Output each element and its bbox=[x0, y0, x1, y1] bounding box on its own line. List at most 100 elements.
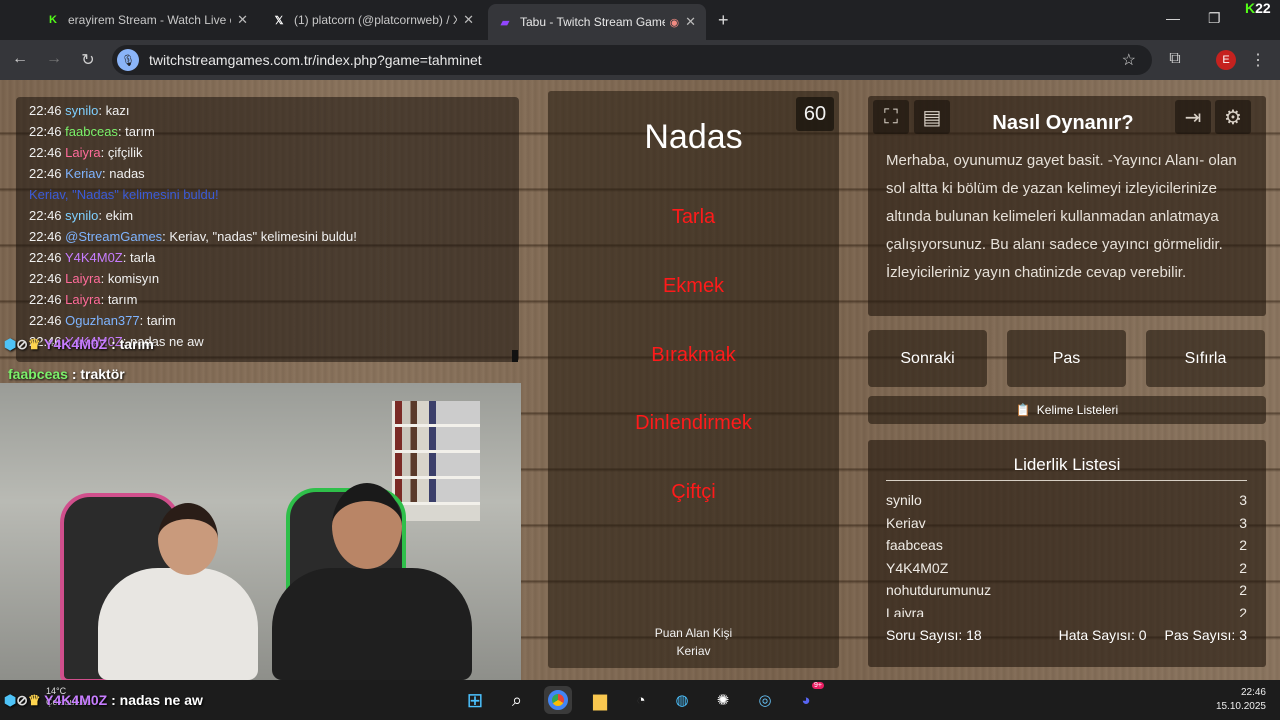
forbidden-word: Dinlendirmek bbox=[635, 412, 752, 434]
close-icon[interactable]: ✕ bbox=[685, 14, 696, 30]
badge-icon: ⬢ bbox=[4, 336, 17, 352]
chat-line: 22:46 Laiyra: komisyın bbox=[29, 271, 160, 286]
steam-icon[interactable]: ◎ bbox=[751, 686, 779, 714]
reset-button[interactable]: Sıfırla bbox=[1146, 330, 1265, 387]
vpn-icon[interactable]: ◍ bbox=[668, 686, 696, 714]
chat-line: 22:46 Laiyra: çifçilik bbox=[29, 145, 143, 160]
leaderboard-row: synilo 3 bbox=[886, 492, 1247, 508]
leaderboard-row: Keriav 3 bbox=[886, 514, 1247, 531]
x-icon: 𝕏 bbox=[274, 14, 284, 27]
game-stats: Soru Sayısı: 18 Hata Sayısı: 0 Pas Sayıs… bbox=[886, 627, 1247, 643]
windows-start-icon[interactable]: ⊞ bbox=[461, 686, 489, 714]
clock-date: 15.10.2025 bbox=[1215, 701, 1266, 712]
leaderboard-row: nohutdurumunuz 2 bbox=[886, 582, 1247, 598]
restore-icon[interactable]: ❐ bbox=[1208, 10, 1221, 27]
new-tab-button[interactable]: + bbox=[708, 6, 738, 34]
scorer-name: Keriav bbox=[676, 644, 711, 658]
discord-icon[interactable]: ◕ 9+ bbox=[792, 682, 824, 714]
close-icon[interactable]: ✕ bbox=[463, 12, 474, 28]
clipboard-icon: 📋 bbox=[1015, 403, 1031, 417]
leaderboard-panel: Liderlik Listesi synilo 3 Keriav 3 faabcea… bbox=[868, 440, 1266, 667]
stream-chat-panel: 22:46 synilo: kazı 22:46 faabceas: tarım… bbox=[16, 97, 519, 362]
kick-logo-icon: K bbox=[1245, 0, 1256, 16]
how-to-play-text: Merhaba, oyunumuz gayet basit. -Yayıncı … bbox=[886, 152, 1237, 281]
site-info-icon[interactable]: 🎙 bbox=[117, 49, 139, 71]
chrome-icon[interactable] bbox=[544, 686, 572, 714]
next-button[interactable]: Sonraki bbox=[868, 330, 987, 387]
bookshelf bbox=[392, 401, 480, 521]
kick-icon: K bbox=[49, 14, 57, 26]
error-count: Hata Sayısı: 0 bbox=[1058, 627, 1147, 643]
question-count: Soru Sayısı: 18 bbox=[886, 627, 982, 643]
chat-line: 22:46 synilo: ekim bbox=[29, 208, 134, 223]
chat-line: 22:46 synilo: kazı bbox=[29, 103, 130, 118]
tab-title: erayirem Stream - Watch Live o bbox=[68, 13, 232, 27]
chat-line: 22:46 Y4K4M0Z: tarla bbox=[29, 250, 156, 265]
file-explorer-icon[interactable]: ▆ bbox=[586, 686, 614, 714]
streamer-right bbox=[272, 568, 472, 680]
taskbar-clock[interactable]: 22:46 15.10.2025 bbox=[1216, 686, 1266, 714]
badge-icon: ⊘ bbox=[16, 692, 28, 708]
twitch-icon: ▰ bbox=[500, 16, 510, 29]
forward-icon[interactable]: → bbox=[44, 50, 64, 68]
tab-tabu[interactable]: ▰ Tabu - Twitch Stream Games ◉ ✕ bbox=[488, 4, 706, 40]
leaderboard-title: Liderlik Listesi bbox=[1013, 455, 1121, 474]
chat-system-line: Keriav, "Nadas" kelimesini buldu! bbox=[29, 187, 219, 202]
crown-icon: ♛ bbox=[27, 692, 41, 708]
crown-icon: ♛ bbox=[27, 336, 41, 352]
streamer-left-head bbox=[158, 503, 218, 575]
scorer-label: Puan Alan Kişi bbox=[654, 626, 733, 640]
extensions-icon[interactable]: ⧉ bbox=[1165, 50, 1185, 68]
target-word: Nadas bbox=[644, 118, 743, 156]
forbidden-word: Tarla bbox=[671, 206, 716, 228]
profile-avatar[interactable]: E bbox=[1216, 50, 1236, 70]
tab-x[interactable]: 𝕏 (1) platcorn (@platcornweb) / X ✕ bbox=[262, 6, 484, 34]
chatgpt-icon[interactable]: ✺ bbox=[709, 686, 737, 714]
windows-taskbar: 14°C Çok bulutlu ⬢⊘♛ Y4K4M0Z : nadas ne … bbox=[0, 680, 1280, 720]
tab-title: Tabu - Twitch Stream Games bbox=[520, 15, 666, 29]
taboo-card-panel bbox=[548, 91, 839, 668]
forbidden-word: Çiftçi bbox=[671, 481, 716, 503]
browser-toolbar: ← → ↻ 🎙 twitchstreamgames.com.tr/index.p… bbox=[0, 40, 1280, 80]
menu-kebab-icon[interactable]: ⋮ bbox=[1248, 50, 1268, 70]
webcam-feed bbox=[0, 383, 521, 680]
overlay-chat-message: ⬢⊘♛ Y4K4M0Z : tarım bbox=[4, 336, 154, 352]
recording-icon: ◉ bbox=[669, 16, 680, 29]
how-to-play-title: Nasıl Oynanır? bbox=[992, 112, 1134, 134]
tab-title: (1) platcorn (@platcornweb) / X bbox=[294, 13, 458, 27]
obs-icon[interactable]: ◔ bbox=[627, 686, 655, 714]
game-page: 22:46 synilo: kazı 22:46 faabceas: tarım… bbox=[0, 80, 1280, 680]
badge-icon: ⬢ bbox=[4, 692, 17, 708]
search-icon[interactable]: ⌕ bbox=[503, 686, 531, 714]
pass-count: Pas Sayısı: 3 bbox=[1164, 627, 1247, 643]
url-text: twitchstreamgames.com.tr/index.php?game=… bbox=[149, 52, 482, 68]
leaderboard-row: Y4K4M0Z 2 bbox=[886, 559, 1247, 576]
back-icon[interactable]: ← bbox=[10, 50, 30, 68]
forbidden-word: Ekmek bbox=[662, 275, 725, 297]
word-lists-label: Kelime Listeleri bbox=[1036, 403, 1119, 417]
chat-scroll-handle[interactable] bbox=[512, 350, 518, 362]
badge-icon: ⊘ bbox=[16, 336, 28, 352]
browser-tab-bar: K erayirem Stream - Watch Live o ✕ 𝕏 (1)… bbox=[0, 0, 1280, 40]
overlay-chat-message: faabceas : traktör bbox=[8, 366, 125, 382]
tab-kick[interactable]: K erayirem Stream - Watch Live o ✕ bbox=[36, 6, 258, 34]
kick-overlay-badge: K22 bbox=[1245, 0, 1271, 16]
chat-line: 22:46 @StreamGames: Keriav, "nadas" keli… bbox=[29, 229, 357, 244]
leaderboard-row: faabceas 2 bbox=[886, 537, 1247, 553]
bookmark-star-icon[interactable]: ☆ bbox=[1122, 50, 1136, 70]
leaderboard-list[interactable]: synilo 3 Keriav 3 faabceas 2 Y4K4M0Z 2 nohut… bbox=[886, 489, 1247, 617]
chat-line: 22:46 Oguzhan377: tarim bbox=[29, 313, 176, 328]
discord-badge: 9+ bbox=[812, 682, 824, 689]
close-icon[interactable]: ✕ bbox=[237, 12, 248, 28]
pass-button[interactable]: Pas bbox=[1007, 330, 1126, 387]
address-bar[interactable]: 🎙 twitchstreamgames.com.tr/index.php?gam… bbox=[112, 45, 1152, 75]
chat-line: 22:46 Keriav: nadas bbox=[29, 166, 145, 181]
overlay-chat-message: ⬢⊘♛ Y4K4M0Z : nadas ne aw bbox=[4, 692, 203, 708]
leaderboard-row: Laiyra 2 bbox=[886, 604, 1247, 618]
reload-icon[interactable]: ↻ bbox=[78, 50, 98, 70]
streamer-left bbox=[98, 568, 258, 680]
minimize-icon[interactable]: — bbox=[1166, 10, 1180, 26]
divider bbox=[886, 480, 1247, 481]
word-lists-button[interactable]: 📋 Kelime Listeleri bbox=[868, 396, 1266, 424]
clock-time: 22:46 bbox=[1240, 687, 1266, 698]
